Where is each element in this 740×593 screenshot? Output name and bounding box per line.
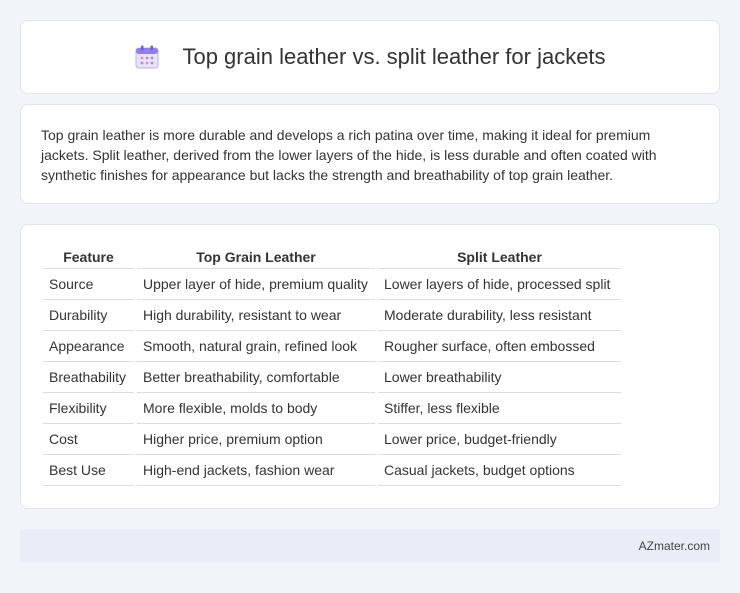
cell-feature: Best Use (43, 455, 134, 486)
header-split: Split Leather (378, 245, 621, 269)
cell-split: Moderate durability, less resistant (378, 300, 621, 331)
table-row: Appearance Smooth, natural grain, refine… (43, 331, 621, 362)
table-row: Flexibility More flexible, molds to body… (43, 393, 621, 424)
comparison-table: Feature Top Grain Leather Split Leather … (40, 245, 624, 486)
calendar-icon (134, 44, 160, 70)
comparison-table-card: Feature Top Grain Leather Split Leather … (20, 224, 720, 509)
table-row: Durability High durability, resistant to… (43, 300, 621, 331)
cell-top-grain: More flexible, molds to body (137, 393, 375, 424)
cell-feature: Breathability (43, 362, 134, 393)
table-row: Cost Higher price, premium option Lower … (43, 424, 621, 455)
cell-top-grain: Upper layer of hide, premium quality (137, 269, 375, 300)
page-title: Top grain leather vs. split leather for … (182, 44, 606, 69)
cell-top-grain: High-end jackets, fashion wear (137, 455, 375, 486)
cell-split: Lower price, budget-friendly (378, 424, 621, 455)
header-feature: Feature (43, 245, 134, 269)
table-row: Best Use High-end jackets, fashion wear … (43, 455, 621, 486)
cell-top-grain: High durability, resistant to wear (137, 300, 375, 331)
table-row: Breathability Better breathability, comf… (43, 362, 621, 393)
footer-site-link[interactable]: AZmater.com (639, 539, 710, 553)
cell-feature: Flexibility (43, 393, 134, 424)
cell-feature: Source (43, 269, 134, 300)
cell-feature: Cost (43, 424, 134, 455)
description-text: Top grain leather is more durable and de… (41, 127, 657, 183)
table-header-row: Feature Top Grain Leather Split Leather (43, 245, 621, 269)
cell-top-grain: Higher price, premium option (137, 424, 375, 455)
table-row: Source Upper layer of hide, premium qual… (43, 269, 621, 300)
cell-split: Lower layers of hide, processed split (378, 269, 621, 300)
cell-top-grain: Better breathability, comfortable (137, 362, 375, 393)
cell-feature: Appearance (43, 331, 134, 362)
cell-split: Rougher surface, often embossed (378, 331, 621, 362)
header-top-grain: Top Grain Leather (137, 245, 375, 269)
cell-split: Lower breathability (378, 362, 621, 393)
cell-top-grain: Smooth, natural grain, refined look (137, 331, 375, 362)
cell-feature: Durability (43, 300, 134, 331)
title-card: Top grain leather vs. split leather for … (20, 20, 720, 94)
footer: AZmater.com (20, 529, 720, 562)
description-card: Top grain leather is more durable and de… (20, 104, 720, 204)
cell-split: Casual jackets, budget options (378, 455, 621, 486)
cell-split: Stiffer, less flexible (378, 393, 621, 424)
